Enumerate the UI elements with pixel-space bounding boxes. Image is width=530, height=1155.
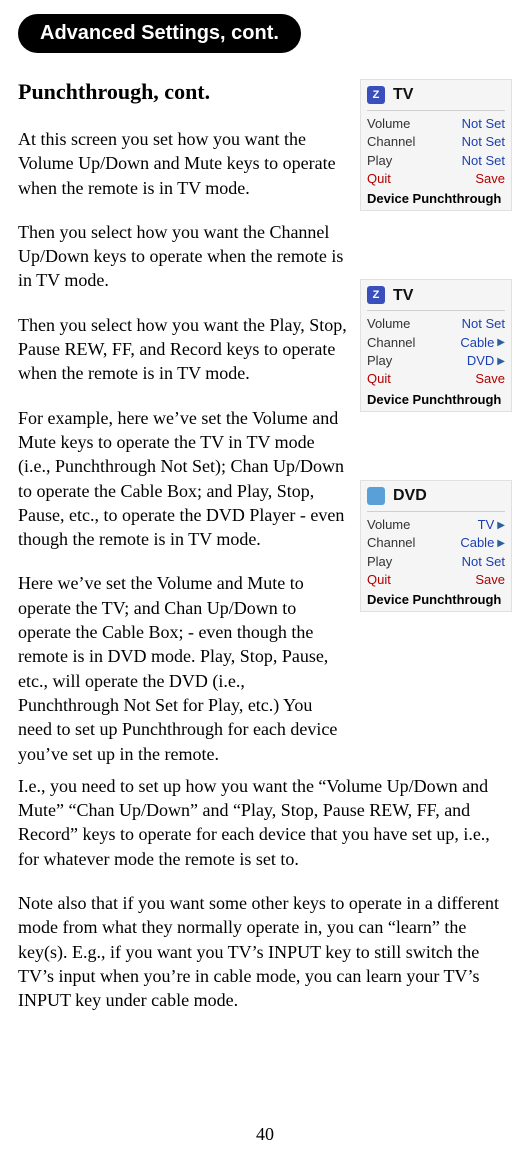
footer-label: Device Punchthrough xyxy=(367,188,505,206)
left-column: Punchthrough, cont. At this screen you s… xyxy=(18,79,348,766)
paragraph-3: Then you select how you want the Play, S… xyxy=(18,313,348,386)
chevron-right-icon: ▶ xyxy=(497,356,505,367)
quit-save-row: Quit Save xyxy=(367,370,505,388)
play-value: DVD▶ xyxy=(467,354,505,368)
channel-label: Channel xyxy=(367,135,415,149)
play-row: Play Not Set xyxy=(367,152,505,170)
paragraph-5: Here we’ve set the Volume and Mute to op… xyxy=(18,571,348,765)
quit-label: Quit xyxy=(367,573,391,587)
volume-value: Not Set xyxy=(462,317,505,331)
dvd-icon xyxy=(367,487,385,505)
device-name: TV xyxy=(393,86,413,104)
quit-save-row: Quit Save xyxy=(367,571,505,589)
paragraph-6: I.e., you need to set up how you want th… xyxy=(18,774,512,871)
screenshot-tv-notset: Z TV Volume Not Set Channel Not Set Play… xyxy=(360,79,512,211)
device-name: TV xyxy=(393,287,413,305)
paragraph-1: At this screen you set how you want the … xyxy=(18,127,348,200)
channel-row: Channel Not Set xyxy=(367,133,505,151)
play-row: Play DVD▶ xyxy=(367,352,505,370)
device-name: DVD xyxy=(393,487,427,505)
channel-value: Cable▶ xyxy=(460,336,505,350)
paragraph-7: Note also that if you want some other ke… xyxy=(18,891,512,1012)
subsection-heading: Punchthrough, cont. xyxy=(18,79,348,105)
save-label: Save xyxy=(475,573,505,587)
channel-value-text: Cable xyxy=(460,336,494,350)
channel-row: Channel Cable▶ xyxy=(367,534,505,552)
save-label: Save xyxy=(475,372,505,386)
volume-value: TV▶ xyxy=(478,518,505,532)
volume-row: Volume TV▶ xyxy=(367,516,505,534)
paragraph-2: Then you select how you want the Channel… xyxy=(18,220,348,293)
play-value: Not Set xyxy=(462,555,505,569)
screenshot-tv-cable-dvd: Z TV Volume Not Set Channel Cable▶ Play … xyxy=(360,279,512,411)
play-value-text: DVD xyxy=(467,354,494,368)
play-label: Play xyxy=(367,354,392,368)
spacer xyxy=(360,428,512,464)
channel-value-text: Cable xyxy=(460,536,494,550)
screenshot-dvd: DVD Volume TV▶ Channel Cable▶ Play Not S… xyxy=(360,480,512,612)
save-label: Save xyxy=(475,172,505,186)
device-header-row: DVD xyxy=(367,487,505,512)
footer-label: Device Punchthrough xyxy=(367,389,505,407)
chevron-right-icon: ▶ xyxy=(497,337,505,348)
play-value: Not Set xyxy=(462,154,505,168)
channel-value: Not Set xyxy=(462,135,505,149)
channel-label: Channel xyxy=(367,536,415,550)
quit-save-row: Quit Save xyxy=(367,170,505,188)
volume-row: Volume Not Set xyxy=(367,315,505,333)
channel-label: Channel xyxy=(367,336,415,350)
play-label: Play xyxy=(367,154,392,168)
volume-label: Volume xyxy=(367,117,410,131)
quit-label: Quit xyxy=(367,372,391,386)
tv-icon: Z xyxy=(367,86,385,104)
paragraph-4: For example, here we’ve set the Volume a… xyxy=(18,406,348,552)
two-column-layout: Punchthrough, cont. At this screen you s… xyxy=(18,79,512,766)
volume-label: Volume xyxy=(367,317,410,331)
channel-value: Cable▶ xyxy=(460,536,505,550)
device-header-row: Z TV xyxy=(367,286,505,311)
right-column: Z TV Volume Not Set Channel Not Set Play… xyxy=(360,79,512,766)
spacer xyxy=(360,227,512,263)
chevron-right-icon: ▶ xyxy=(497,538,505,549)
channel-row: Channel Cable▶ xyxy=(367,334,505,352)
section-header-pill: Advanced Settings, cont. xyxy=(18,14,301,53)
footer-label: Device Punchthrough xyxy=(367,589,505,607)
volume-label: Volume xyxy=(367,518,410,532)
tv-icon: Z xyxy=(367,286,385,304)
quit-label: Quit xyxy=(367,172,391,186)
play-row: Play Not Set xyxy=(367,553,505,571)
volume-value-text: TV xyxy=(478,518,495,532)
play-label: Play xyxy=(367,555,392,569)
chevron-right-icon: ▶ xyxy=(497,520,505,531)
page-number: 40 xyxy=(0,1124,530,1145)
volume-row: Volume Not Set xyxy=(367,115,505,133)
volume-value: Not Set xyxy=(462,117,505,131)
device-header-row: Z TV xyxy=(367,86,505,111)
